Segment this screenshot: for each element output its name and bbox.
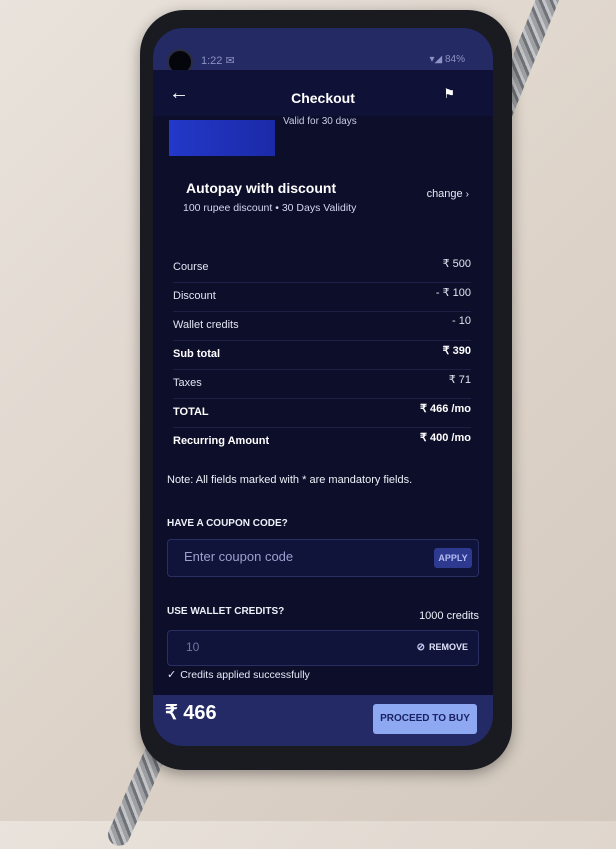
status-time: 1:22 ✉ bbox=[201, 55, 235, 67]
price-row: Sub total ₹ 390 bbox=[173, 341, 471, 370]
price-label: Recurring Amount bbox=[173, 435, 270, 447]
mandatory-note: Note: All fields marked with * are manda… bbox=[167, 474, 413, 486]
status-bar: 1:22 ✉ ▾◢ 84% bbox=[153, 28, 493, 75]
price-label: Wallet credits bbox=[173, 319, 239, 331]
remove-circle-icon: ⊘ bbox=[416, 642, 425, 653]
credits-success-message: ✓ Credits applied successfully bbox=[167, 668, 310, 681]
price-row: Taxes ₹ 71 bbox=[173, 370, 471, 399]
price-row: Recurring Amount ₹ 400 /mo bbox=[173, 428, 471, 456]
price-label: Taxes bbox=[173, 377, 202, 389]
price-value: ₹ 71 bbox=[448, 374, 471, 386]
plan-title: Autopay with discount bbox=[186, 180, 337, 196]
plan-subtitle: 100 rupee discount • 30 Days Validity bbox=[183, 202, 357, 214]
check-circle-icon: ✓ bbox=[167, 669, 177, 681]
validity-text: Valid for 30 days bbox=[283, 116, 357, 127]
success-text: Credits applied successfully bbox=[180, 669, 310, 681]
price-row: Wallet credits - 10 bbox=[173, 312, 471, 341]
course-banner bbox=[169, 120, 275, 156]
price-label: Sub total bbox=[173, 348, 221, 360]
wallet-label: USE WALLET CREDITS? bbox=[167, 606, 285, 617]
coupon-field[interactable]: Enter coupon code APPLY bbox=[167, 539, 479, 577]
wallet-credits-input[interactable]: 10 bbox=[186, 640, 199, 654]
price-label: Course bbox=[173, 261, 209, 273]
coupon-input[interactable]: Enter coupon code bbox=[184, 549, 293, 564]
remove-button[interactable]: ⊘ REMOVE bbox=[417, 642, 468, 653]
apply-button[interactable]: APPLY bbox=[434, 548, 472, 568]
price-label: Discount bbox=[173, 290, 216, 302]
price-value: ₹ 400 /mo bbox=[419, 432, 471, 444]
phone-screen: 1:22 ✉ ▾◢ 84% ← Checkout ⚑ Valid for 30 … bbox=[153, 28, 493, 746]
price-value: - ₹ 100 bbox=[435, 287, 471, 299]
chevron-right-icon: › bbox=[465, 189, 469, 200]
change-label: change bbox=[426, 188, 463, 200]
remove-label: REMOVE bbox=[428, 642, 468, 652]
price-breakdown: Course ₹ 500 Discount - ₹ 100 Wallet cre… bbox=[173, 254, 471, 456]
price-row: Course ₹ 500 bbox=[173, 254, 471, 283]
price-value: ₹ 500 bbox=[442, 258, 471, 270]
coupon-label: HAVE A COUPON CODE? bbox=[167, 518, 288, 529]
flag-icon[interactable]: ⚑ bbox=[443, 86, 455, 102]
page-title: Checkout bbox=[291, 90, 355, 106]
status-icons: ▾◢ 84% bbox=[429, 54, 465, 65]
price-value: - 10 bbox=[452, 315, 471, 327]
change-plan-link[interactable]: change › bbox=[427, 188, 469, 200]
price-label: TOTAL bbox=[173, 406, 209, 418]
total-amount: ₹ 466 bbox=[165, 702, 217, 724]
price-row: TOTAL ₹ 466 /mo bbox=[173, 399, 471, 428]
wallet-credits-count: 1000 credits bbox=[419, 610, 479, 622]
price-value: ₹ 466 /mo bbox=[419, 403, 471, 415]
wallet-field[interactable]: 10 ⊘ REMOVE bbox=[167, 630, 479, 666]
price-row: Discount - ₹ 100 bbox=[173, 283, 471, 312]
price-value: ₹ 390 bbox=[442, 345, 471, 357]
proceed-to-buy-button[interactable]: PROCEED TO BUY bbox=[373, 704, 477, 734]
